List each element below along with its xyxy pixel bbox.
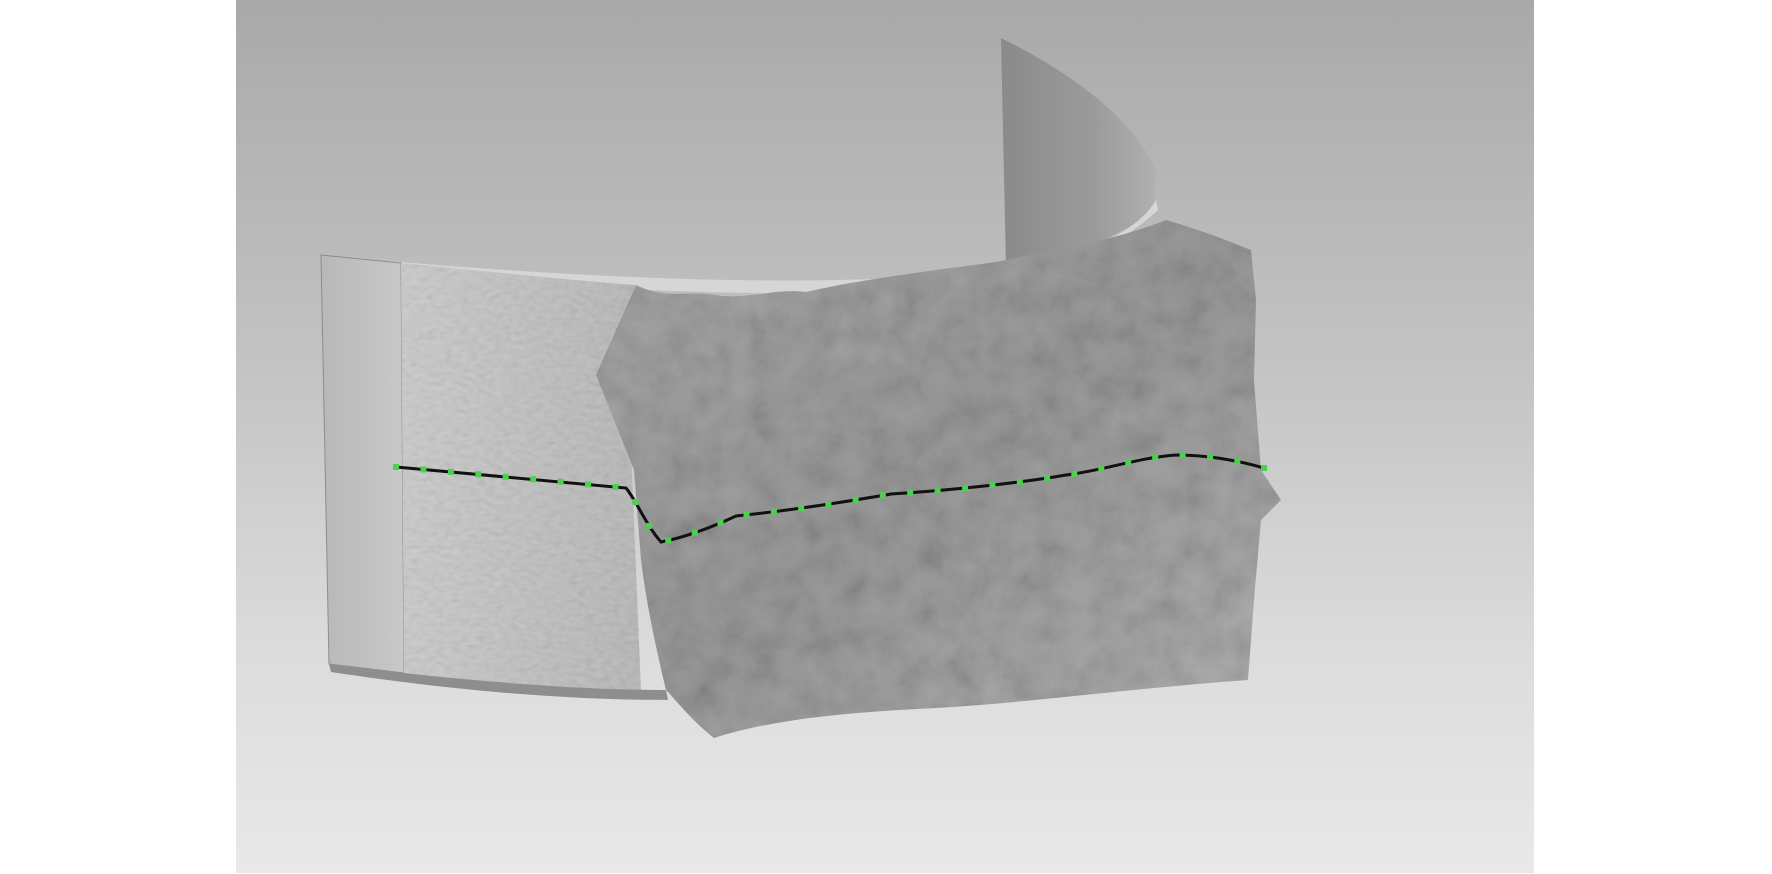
control-point[interactable]	[934, 487, 941, 494]
control-point[interactable]	[646, 522, 653, 529]
control-point[interactable]	[852, 496, 859, 503]
control-point[interactable]	[530, 476, 537, 483]
control-point[interactable]	[798, 505, 805, 512]
control-point[interactable]	[691, 529, 698, 536]
control-point[interactable]	[743, 511, 750, 518]
control-point[interactable]	[907, 489, 914, 496]
control-point[interactable]	[557, 478, 564, 485]
control-point[interactable]	[1179, 452, 1186, 459]
control-point[interactable]	[1261, 465, 1267, 471]
control-point[interactable]	[717, 519, 724, 526]
control-point[interactable]	[1234, 458, 1241, 465]
scan-model-render[interactable]	[236, 0, 1534, 873]
control-point[interactable]	[393, 464, 399, 470]
control-point[interactable]	[1016, 478, 1023, 485]
control-point[interactable]	[475, 471, 482, 478]
control-point[interactable]	[770, 508, 777, 515]
control-point[interactable]	[1152, 454, 1159, 461]
3d-viewport[interactable]	[236, 0, 1534, 873]
control-point[interactable]	[585, 481, 591, 488]
left-smooth-strip	[320, 254, 405, 674]
control-point[interactable]	[1125, 459, 1132, 466]
control-point[interactable]	[420, 466, 427, 473]
control-point[interactable]	[1207, 454, 1214, 461]
control-point[interactable]	[1098, 465, 1105, 472]
control-point[interactable]	[1071, 470, 1078, 477]
control-point[interactable]	[447, 468, 454, 475]
control-point[interactable]	[502, 473, 509, 480]
control-point[interactable]	[962, 485, 969, 491]
rough-scan-region	[596, 220, 1281, 738]
control-point[interactable]	[989, 482, 996, 489]
fine-textured-band	[401, 263, 641, 690]
control-point[interactable]	[1044, 475, 1051, 482]
control-point[interactable]	[612, 484, 619, 490]
control-point[interactable]	[825, 501, 832, 508]
control-point[interactable]	[665, 537, 672, 544]
control-point[interactable]	[879, 492, 886, 499]
control-point[interactable]	[632, 499, 639, 506]
